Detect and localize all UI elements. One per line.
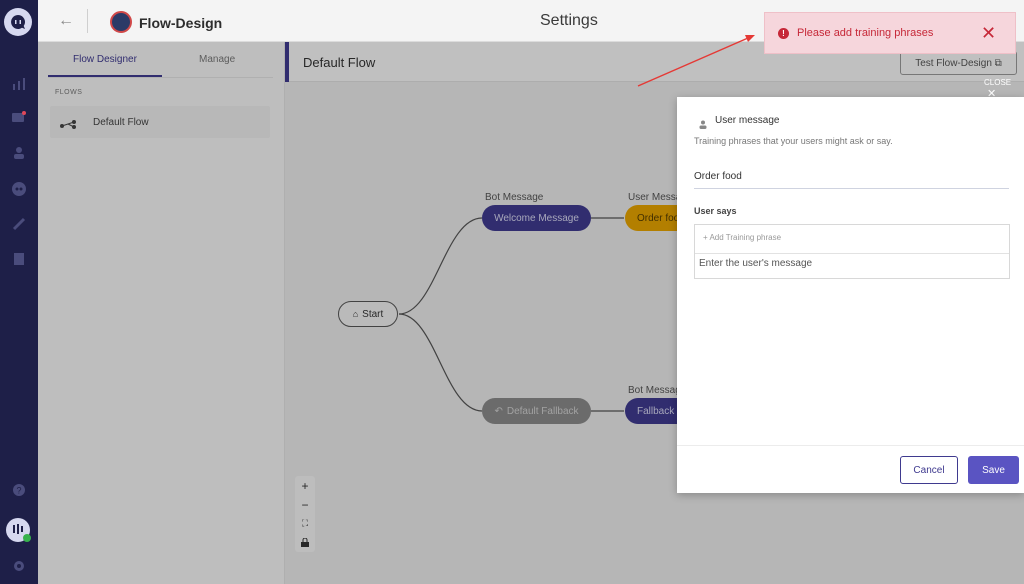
toast-close-icon[interactable]: ✕	[981, 23, 996, 43]
toast-message: Please add training phrases	[797, 27, 934, 39]
error-icon: !	[778, 28, 789, 39]
pointer-arrow	[637, 35, 755, 87]
error-toast: ! Please add training phrases ✕	[764, 12, 1016, 54]
